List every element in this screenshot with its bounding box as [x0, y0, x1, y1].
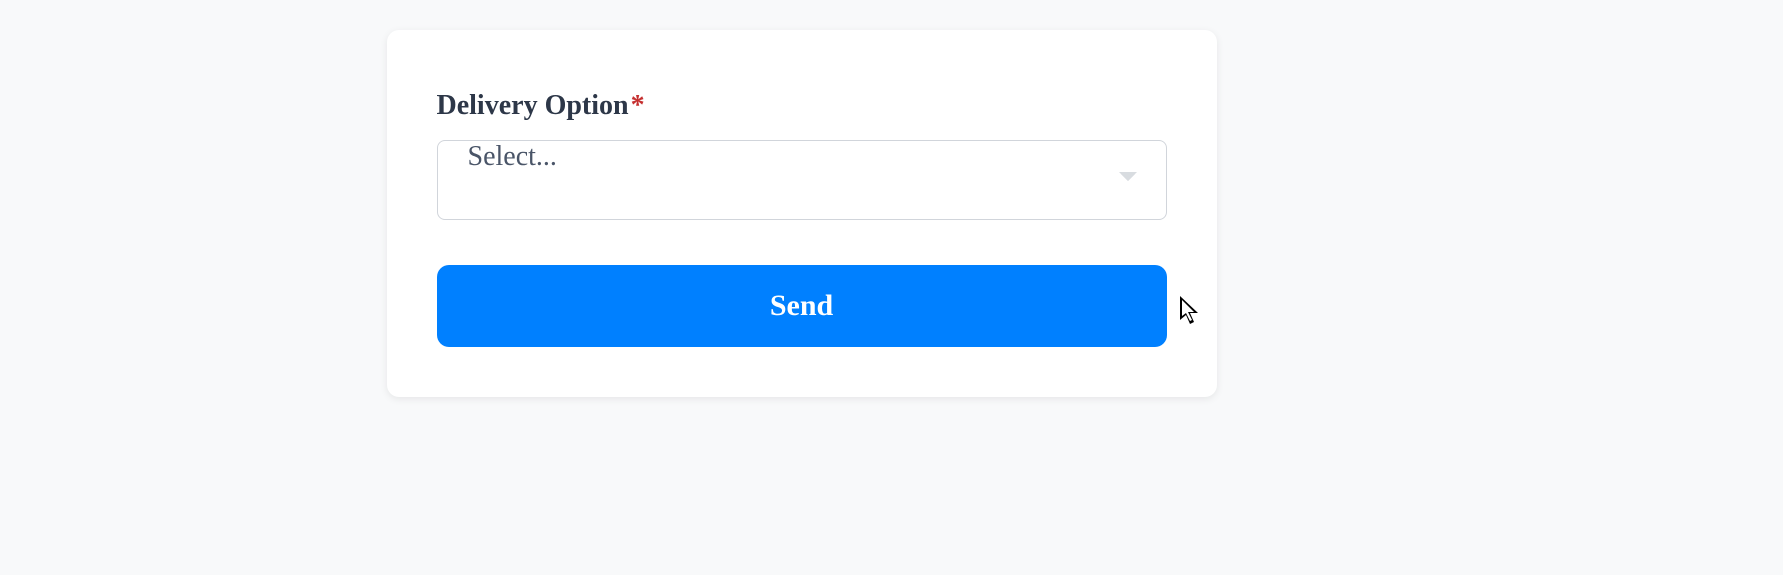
delivery-option-label: Delivery Option* [437, 90, 1167, 122]
send-button[interactable]: Send [437, 265, 1167, 347]
required-asterisk: * [631, 90, 645, 121]
label-text: Delivery Option [437, 90, 629, 121]
delivery-option-select[interactable]: Select... [437, 140, 1167, 220]
form-card: Delivery Option* Select... Send [387, 30, 1217, 397]
delivery-option-select-wrapper: Select... [437, 140, 1167, 220]
